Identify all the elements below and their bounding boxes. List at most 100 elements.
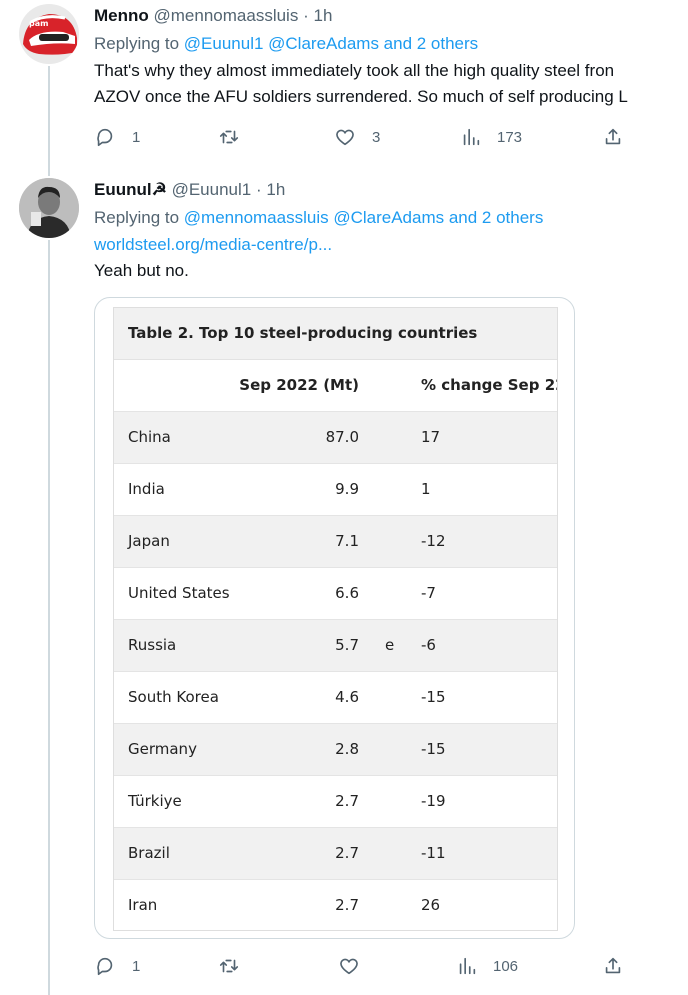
replying-to: Replying to @mennomaassluis @ClareAdams … [94, 208, 543, 228]
view-count: 106 [493, 957, 519, 975]
table-body: China 87.0 17 India 9.9 1 Japan 7.1 -12 United St… [114, 412, 557, 930]
value-cell: 5.7 [335, 636, 359, 654]
reply-button[interactable]: 1 [94, 955, 140, 977]
share-icon [605, 128, 621, 145]
reply-button[interactable]: 1 [94, 126, 140, 148]
change-cell: -19 [421, 792, 446, 810]
change-cell: -6 [421, 636, 436, 654]
like-button[interactable]: 3 [334, 126, 380, 148]
like-count: 3 [372, 128, 381, 146]
heart-icon [336, 129, 354, 146]
country-cell: United States [128, 584, 230, 602]
change-cell: -11 [421, 844, 446, 862]
share-button[interactable] [602, 955, 624, 977]
reply-count: 1 [132, 128, 141, 146]
value-cell: 2.7 [335, 896, 359, 914]
table-row: Türkiye 2.7 -19 [114, 776, 557, 828]
change-cell: -12 [421, 532, 446, 550]
change-cell: 26 [421, 896, 441, 914]
svg-text:pam: pam [29, 19, 48, 28]
tweet-link[interactable]: worldsteel.org/media-centre/p... [94, 235, 332, 255]
column-header-change: % change Sep 22/ [421, 376, 558, 394]
views-icon [463, 128, 480, 146]
thread-line-top [48, 66, 50, 176]
table-title: Table 2. Top 10 steel-producing countrie… [114, 308, 557, 360]
attached-image[interactable]: Table 2. Top 10 steel-producing countrie… [94, 297, 575, 939]
view-count: 173 [497, 128, 523, 146]
thread-line-bottom [48, 240, 50, 995]
table-row: China 87.0 17 [114, 412, 557, 464]
retweet-button[interactable] [218, 955, 256, 977]
user-handle[interactable]: @mennomaassluis [154, 6, 299, 25]
avatar-euunul[interactable] [19, 178, 79, 238]
reply-icon [97, 128, 113, 147]
like-button[interactable] [338, 955, 376, 977]
table-row: Japan 7.1 -12 [114, 516, 557, 568]
change-cell: 17 [421, 428, 441, 446]
table-row: South Korea 4.6 -15 [114, 672, 557, 724]
reply-icon [97, 957, 113, 976]
share-icon [605, 957, 621, 974]
replying-prefix: Replying to [94, 34, 184, 53]
separator-dot: · [303, 6, 309, 25]
value-cell: 87.0 [325, 428, 359, 446]
value-cell: 4.6 [335, 688, 359, 706]
country-cell: India [128, 480, 165, 498]
views-button[interactable]: 106 [456, 955, 518, 977]
retweet-button[interactable] [218, 126, 256, 148]
tweet-text: Yeah but no. [94, 261, 189, 280]
portrait-avatar-image [19, 178, 79, 238]
country-cell: Japan [128, 532, 170, 550]
helmet-avatar-image: pam [19, 4, 79, 64]
column-header-value: Sep 2022 (Mt) [239, 376, 359, 394]
country-cell: South Korea [128, 688, 219, 706]
reply-count: 1 [132, 957, 141, 975]
country-cell: China [128, 428, 171, 446]
country-cell: Russia [128, 636, 177, 654]
value-cell: 2.8 [335, 740, 359, 758]
table-row: Germany 2.8 -15 [114, 724, 557, 776]
user-handle[interactable]: @Euunul1 [172, 180, 252, 199]
country-cell: Brazil [128, 844, 170, 862]
country-cell: Türkiye [128, 792, 182, 810]
display-name[interactable]: Menno [94, 6, 149, 25]
steel-table: Table 2. Top 10 steel-producing countrie… [113, 307, 558, 931]
avatar-menno[interactable]: pam [19, 4, 79, 64]
share-button[interactable] [602, 126, 624, 148]
value-cell: 6.6 [335, 584, 359, 602]
display-name[interactable]: Euunul☭ [94, 180, 167, 199]
timestamp[interactable]: 1h [313, 6, 332, 25]
tweet-text-line-2: AZOV once the AFU soldiers surrendered. … [94, 87, 628, 106]
replying-to: Replying to @Euunul1 @ClareAdams and 2 o… [94, 34, 478, 54]
replying-prefix: Replying to [94, 208, 184, 227]
tweet-header: Menno @mennomaassluis · 1h [94, 6, 332, 26]
tweet-text-line-1: That's why they almost immediately took … [94, 61, 615, 80]
timestamp[interactable]: 1h [266, 180, 285, 199]
replying-mentions[interactable]: @mennomaassluis @ClareAdams and 2 others [184, 208, 544, 227]
change-cell: -15 [421, 740, 446, 758]
value-cell: 2.7 [335, 844, 359, 862]
value-cell: 2.7 [335, 792, 359, 810]
table-row: Iran 2.7 26 [114, 880, 557, 930]
heart-icon [340, 958, 358, 975]
table-row: Brazil 2.7 -11 [114, 828, 557, 880]
change-cell: 1 [421, 480, 431, 498]
table-header-row: Sep 2022 (Mt) % change Sep 22/ [114, 360, 557, 412]
views-icon [459, 957, 476, 975]
country-cell: Germany [128, 740, 197, 758]
views-button[interactable]: 173 [460, 126, 522, 148]
retweet-icon [219, 130, 239, 144]
retweet-icon [219, 959, 239, 973]
change-cell: -15 [421, 688, 446, 706]
value-cell: 7.1 [335, 532, 359, 550]
table-row: United States 6.6 -7 [114, 568, 557, 620]
tweet-header: Euunul☭ @Euunul1 · 1h [94, 180, 285, 200]
table-row: India 9.9 1 [114, 464, 557, 516]
table-row: Russia 5.7 e -6 [114, 620, 557, 672]
separator-dot: · [255, 180, 262, 199]
value-cell: 9.9 [335, 480, 359, 498]
estimate-flag-cell: e [385, 636, 395, 654]
replying-mentions[interactable]: @Euunul1 @ClareAdams and 2 others [184, 34, 478, 53]
country-cell: Iran [128, 896, 158, 914]
change-cell: -7 [421, 584, 436, 602]
